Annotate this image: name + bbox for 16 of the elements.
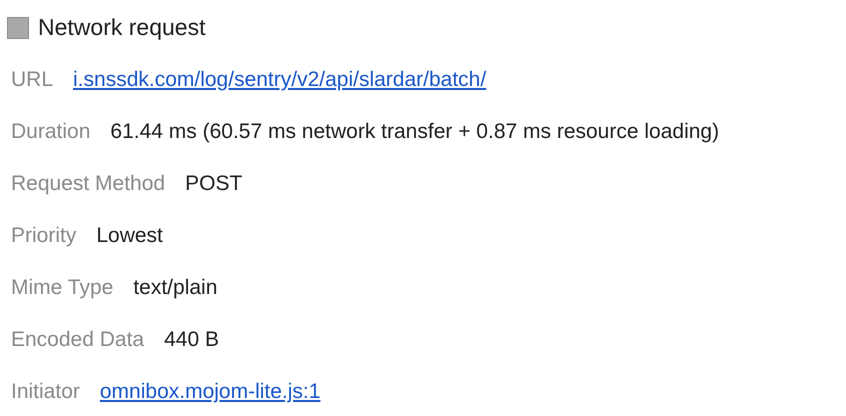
field-label: Priority	[11, 224, 76, 248]
field-value: text/plain	[133, 276, 218, 300]
field-value: Lowest	[96, 224, 163, 248]
category-swatch-icon	[7, 16, 29, 38]
field-link[interactable]: omnibox.mojom-lite.js:1	[100, 380, 320, 404]
field-value: POST	[185, 172, 242, 196]
field-label: Request Method	[11, 172, 166, 196]
field-value: 440 B	[164, 328, 219, 352]
field-label: Mime Type	[11, 276, 114, 300]
field-label: Initiator	[11, 380, 80, 404]
field-label: Encoded Data	[11, 328, 144, 352]
section-title: Network request	[38, 14, 206, 41]
field-link[interactable]: i.snssdk.com/log/sentry/v2/api/slardar/batch/	[73, 68, 486, 92]
field-label: Duration	[11, 120, 90, 144]
field-label: URL	[11, 68, 54, 92]
field-value: 61.44 ms (60.57 ms network transfer + 0.87 ms resource loading)	[110, 120, 720, 144]
